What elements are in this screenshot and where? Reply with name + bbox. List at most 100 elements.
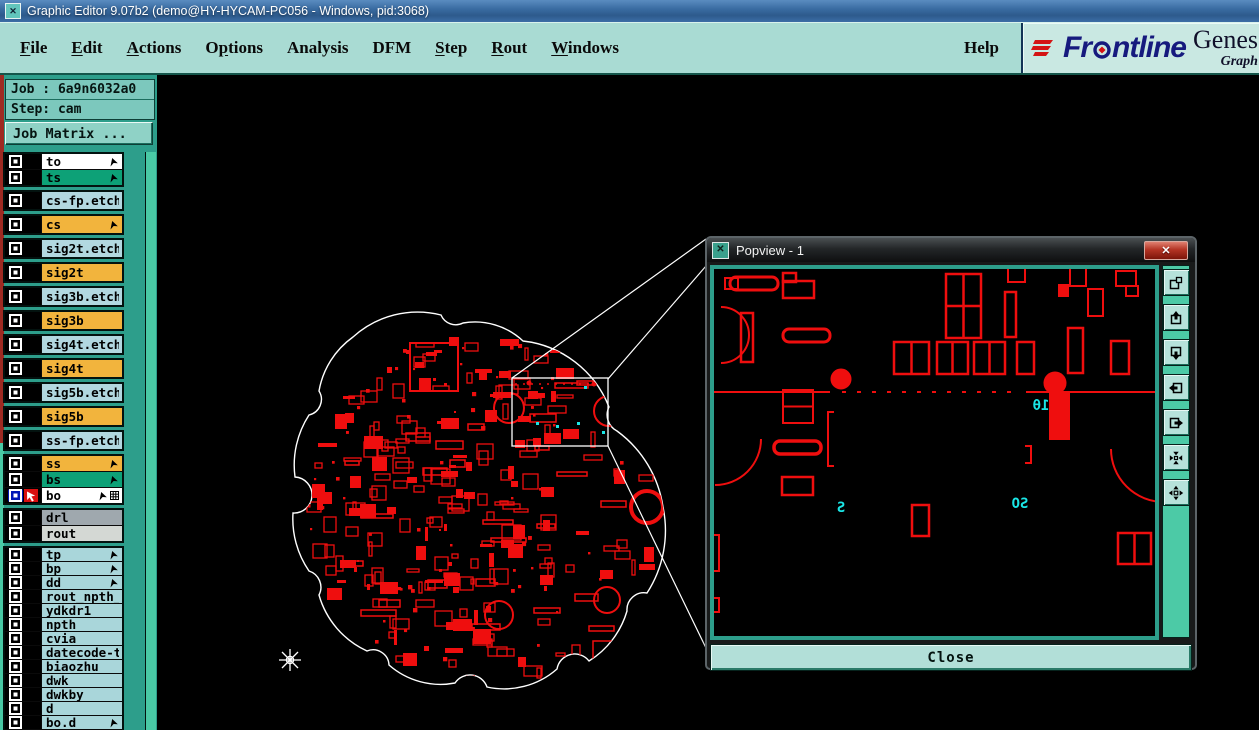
layer-row-ss[interactable]: ss [5, 456, 122, 472]
layer-label-dd[interactable]: dd [41, 576, 122, 589]
layer-list-scrollbar[interactable] [145, 152, 156, 730]
menu-item-actions[interactable]: Actions [115, 34, 194, 62]
layer-label-sig3b.etch[interactable]: sig3b.etch [41, 288, 122, 305]
layer-checkbox-rout[interactable] [8, 527, 23, 540]
layer-label-npth[interactable]: npth [41, 618, 122, 631]
menu-item-dfm[interactable]: DFM [360, 34, 423, 62]
layer-checkbox-sig5b.etch[interactable] [8, 386, 23, 399]
menu-item-options[interactable]: Options [193, 34, 275, 62]
layer-row-sig4t[interactable]: sig4t [5, 360, 122, 377]
layer-row-sig3b[interactable]: sig3b [5, 312, 122, 329]
menu-item-step[interactable]: Step [423, 34, 479, 62]
layer-label-rout[interactable]: rout [41, 526, 122, 541]
menu-item-rout[interactable]: Rout [479, 34, 539, 62]
layer-row-rout[interactable]: rout [5, 526, 122, 541]
layer-checkbox-bp[interactable] [8, 562, 23, 575]
layer-row-biaozhu[interactable]: biaozhu [5, 660, 122, 674]
menu-item-windows[interactable]: Windows [539, 34, 631, 62]
layer-label-dwkby[interactable]: dwkby [41, 688, 122, 701]
popview-close-button[interactable]: Close [710, 644, 1192, 671]
layer-checkbox-ss[interactable] [8, 457, 23, 470]
active-layer-cursor-icon[interactable] [24, 489, 38, 502]
layer-checkbox-bs[interactable] [8, 473, 23, 486]
layer-row-ss-fp.etch[interactable]: ss-fp.etch [5, 432, 122, 449]
layer-checkbox-to[interactable] [8, 155, 23, 168]
layer-row-cs[interactable]: cs [5, 216, 122, 233]
layer-label-to[interactable]: to [41, 154, 122, 169]
layer-label-biaozhu[interactable]: biaozhu [41, 660, 122, 673]
popview-canvas[interactable]: S SO 1θ [714, 264, 1165, 636]
layer-label-cvia[interactable]: cvia [41, 632, 122, 645]
menu-item-edit[interactable]: Edit [59, 34, 114, 62]
menu-item-analysis[interactable]: Analysis [275, 34, 360, 62]
pan-left-button[interactable] [1162, 374, 1190, 401]
layer-checkbox-rout_npth_la[interactable] [8, 590, 23, 603]
pan-up-button[interactable] [1162, 304, 1190, 331]
layer-checkbox-bo[interactable] [8, 489, 23, 502]
pan-down-button[interactable] [1162, 339, 1190, 366]
layer-checkbox-cs-fp.etch[interactable] [8, 194, 23, 207]
layer-label-sig2t[interactable]: sig2t [41, 264, 122, 281]
app-titlebar[interactable]: ✕ Graphic Editor 9.07b2 (demo@HY-HYCAM-P… [0, 0, 1259, 22]
layer-label-ts[interactable]: ts [41, 170, 122, 185]
layer-label-sig5b[interactable]: sig5b [41, 408, 122, 425]
layer-row-ydkdr1[interactable]: ydkdr1 [5, 604, 122, 618]
popview-titlebar[interactable]: ✕ Popview - 1 ✕ [707, 238, 1195, 262]
layer-row-dwkby[interactable]: dwkby [5, 688, 122, 702]
layer-row-tp[interactable]: tp [5, 548, 122, 562]
layer-label-bs[interactable]: bs [41, 472, 122, 487]
zoom-in-button[interactable] [1162, 444, 1190, 471]
layer-row-dwk[interactable]: dwk [5, 674, 122, 688]
graphic-canvas[interactable]: ✕ Popview - 1 ✕ S SO 1θ Close [157, 75, 1259, 730]
layer-label-sig4t.etch[interactable]: sig4t.etch [41, 336, 122, 353]
layer-label-drl[interactable]: drl [41, 510, 122, 525]
layer-row-cs-fp.etch[interactable]: cs-fp.etch [5, 192, 122, 209]
layer-label-bo[interactable]: bo [41, 488, 122, 503]
layer-row-rout_npth_la[interactable]: rout_npth_la [5, 590, 122, 604]
layer-label-dwk[interactable]: dwk [41, 674, 122, 687]
layer-row-sig3b.etch[interactable]: sig3b.etch [5, 288, 122, 305]
layer-label-rout_npth_la[interactable]: rout_npth_la [41, 590, 122, 603]
layer-label-ss[interactable]: ss [41, 456, 122, 471]
layer-checkbox-dwk[interactable] [8, 674, 23, 687]
layer-checkbox-tp[interactable] [8, 548, 23, 561]
layer-checkbox-ts[interactable] [8, 171, 23, 184]
layer-label-sig5b.etch[interactable]: sig5b.etch [41, 384, 122, 401]
layer-row-sig2t.etch[interactable]: sig2t.etch [5, 240, 122, 257]
layer-label-tp[interactable]: tp [41, 548, 122, 561]
layer-label-cs[interactable]: cs [41, 216, 122, 233]
popview-close-x-button[interactable]: ✕ [1144, 240, 1188, 260]
layer-checkbox-dd[interactable] [8, 576, 23, 589]
layer-label-ydkdr1[interactable]: ydkdr1 [41, 604, 122, 617]
layer-checkbox-drl[interactable] [8, 511, 23, 524]
layer-checkbox-bo.d[interactable] [8, 716, 23, 729]
layer-checkbox-datecode-to[interactable] [8, 646, 23, 659]
layer-checkbox-cvia[interactable] [8, 632, 23, 645]
layer-label-ss-fp.etch[interactable]: ss-fp.etch [41, 432, 122, 449]
layer-label-bp[interactable]: bp [41, 562, 122, 575]
layer-row-bo[interactable]: bo [5, 488, 122, 503]
layer-checkbox-dwkby[interactable] [8, 688, 23, 701]
layer-label-sig2t.etch[interactable]: sig2t.etch [41, 240, 122, 257]
layer-checkbox-sig3b[interactable] [8, 314, 23, 327]
menu-item-file[interactable]: File [8, 34, 59, 62]
layer-checkbox-d[interactable] [8, 702, 23, 715]
layer-checkbox-ss-fp.etch[interactable] [8, 434, 23, 447]
layer-row-bo.d[interactable]: bo.d [5, 716, 122, 730]
layer-checkbox-cs[interactable] [8, 218, 23, 231]
layer-row-datecode-to[interactable]: datecode-to [5, 646, 122, 660]
layer-row-ts[interactable]: ts [5, 170, 122, 185]
open-window-button[interactable] [1162, 269, 1190, 296]
layer-checkbox-sig2t.etch[interactable] [8, 242, 23, 255]
job-matrix-button[interactable]: Job Matrix ... [5, 122, 153, 145]
layer-row-sig5b.etch[interactable]: sig5b.etch [5, 384, 122, 401]
layer-row-bs[interactable]: bs [5, 472, 122, 488]
layer-checkbox-sig4t[interactable] [8, 362, 23, 375]
layer-row-d[interactable]: d [5, 702, 122, 716]
layer-label-cs-fp.etch[interactable]: cs-fp.etch [41, 192, 122, 209]
layer-label-d[interactable]: d [41, 702, 122, 715]
layer-checkbox-sig2t[interactable] [8, 266, 23, 279]
layer-row-sig5b[interactable]: sig5b [5, 408, 122, 425]
layer-checkbox-sig4t.etch[interactable] [8, 338, 23, 351]
layer-row-sig4t.etch[interactable]: sig4t.etch [5, 336, 122, 353]
